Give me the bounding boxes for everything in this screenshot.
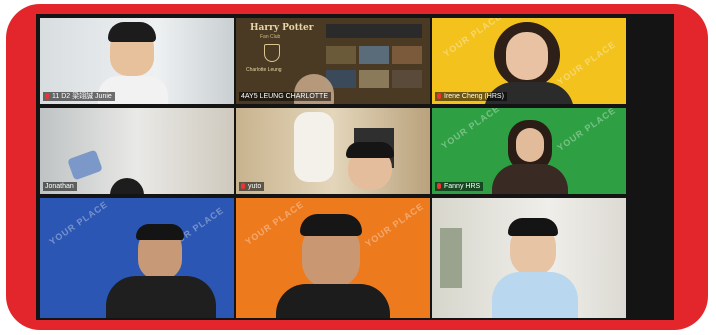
participant-tile-6[interactable]: YOUR PLACE YOUR PLACE Fanny HRS xyxy=(432,108,626,194)
participant-tile-9[interactable] xyxy=(432,198,626,318)
participant-tile-3[interactable]: YOUR PLACE YOUR PLACE Irene Cheng (HRS) xyxy=(432,18,626,104)
participant-name: Fanny HRS xyxy=(435,182,484,191)
participant-tile-8[interactable]: YOUR PLACE YOUR PLACE xyxy=(236,198,430,318)
man-hair xyxy=(136,224,184,240)
participant-tile-4[interactable]: Jonathan xyxy=(40,108,234,194)
participant-name: Irene Cheng (HRS) xyxy=(435,92,507,101)
thumbnail-1 xyxy=(326,46,356,64)
shirt xyxy=(492,272,578,318)
video-call-gallery: 11 D2 梁翊誠 Junie Harry Potter Fan Club Ch… xyxy=(36,14,674,320)
shared-caption: Charlotte Leung xyxy=(246,67,282,73)
hair xyxy=(108,22,156,42)
man-hair xyxy=(300,214,362,236)
thumbnail-3 xyxy=(392,46,422,64)
boy-hair xyxy=(346,142,394,158)
harry-potter-logo: Harry Potter xyxy=(250,23,314,33)
participant-tile-7[interactable]: YOUR PLACE YOUR PLACE xyxy=(40,198,234,318)
participant-name: 4AY5 LEUNG CHARLOTTE xyxy=(239,92,332,101)
participant-name: yuto xyxy=(239,182,265,191)
participant-tile-1[interactable]: 11 D2 梁翊誠 Junie xyxy=(40,18,234,104)
top xyxy=(106,276,216,318)
standing-person xyxy=(294,112,334,182)
woman-face xyxy=(516,128,544,162)
muted-mic-icon xyxy=(437,93,441,99)
plant xyxy=(440,228,462,288)
boy-hair xyxy=(508,218,558,236)
top xyxy=(492,164,568,194)
fan-club-text: Fan Club xyxy=(260,34,281,40)
top xyxy=(276,284,390,318)
muted-mic-icon xyxy=(45,93,49,99)
muted-mic-icon xyxy=(437,183,441,189)
participant-tile-5[interactable]: yuto xyxy=(236,108,430,194)
participant-name: 11 D2 梁翊誠 Junie xyxy=(43,92,115,101)
banner-image xyxy=(326,24,422,38)
crest-icon xyxy=(264,44,280,62)
participant-name: Jonathan xyxy=(43,182,77,191)
participant-tile-2[interactable]: Harry Potter Fan Club Charlotte Leung 4A… xyxy=(236,18,430,104)
woman-face xyxy=(506,32,548,80)
thumbnail-2 xyxy=(359,46,389,64)
thumbnail-5 xyxy=(359,70,389,88)
thumbnail-6 xyxy=(392,70,422,88)
muted-mic-icon xyxy=(241,183,245,189)
